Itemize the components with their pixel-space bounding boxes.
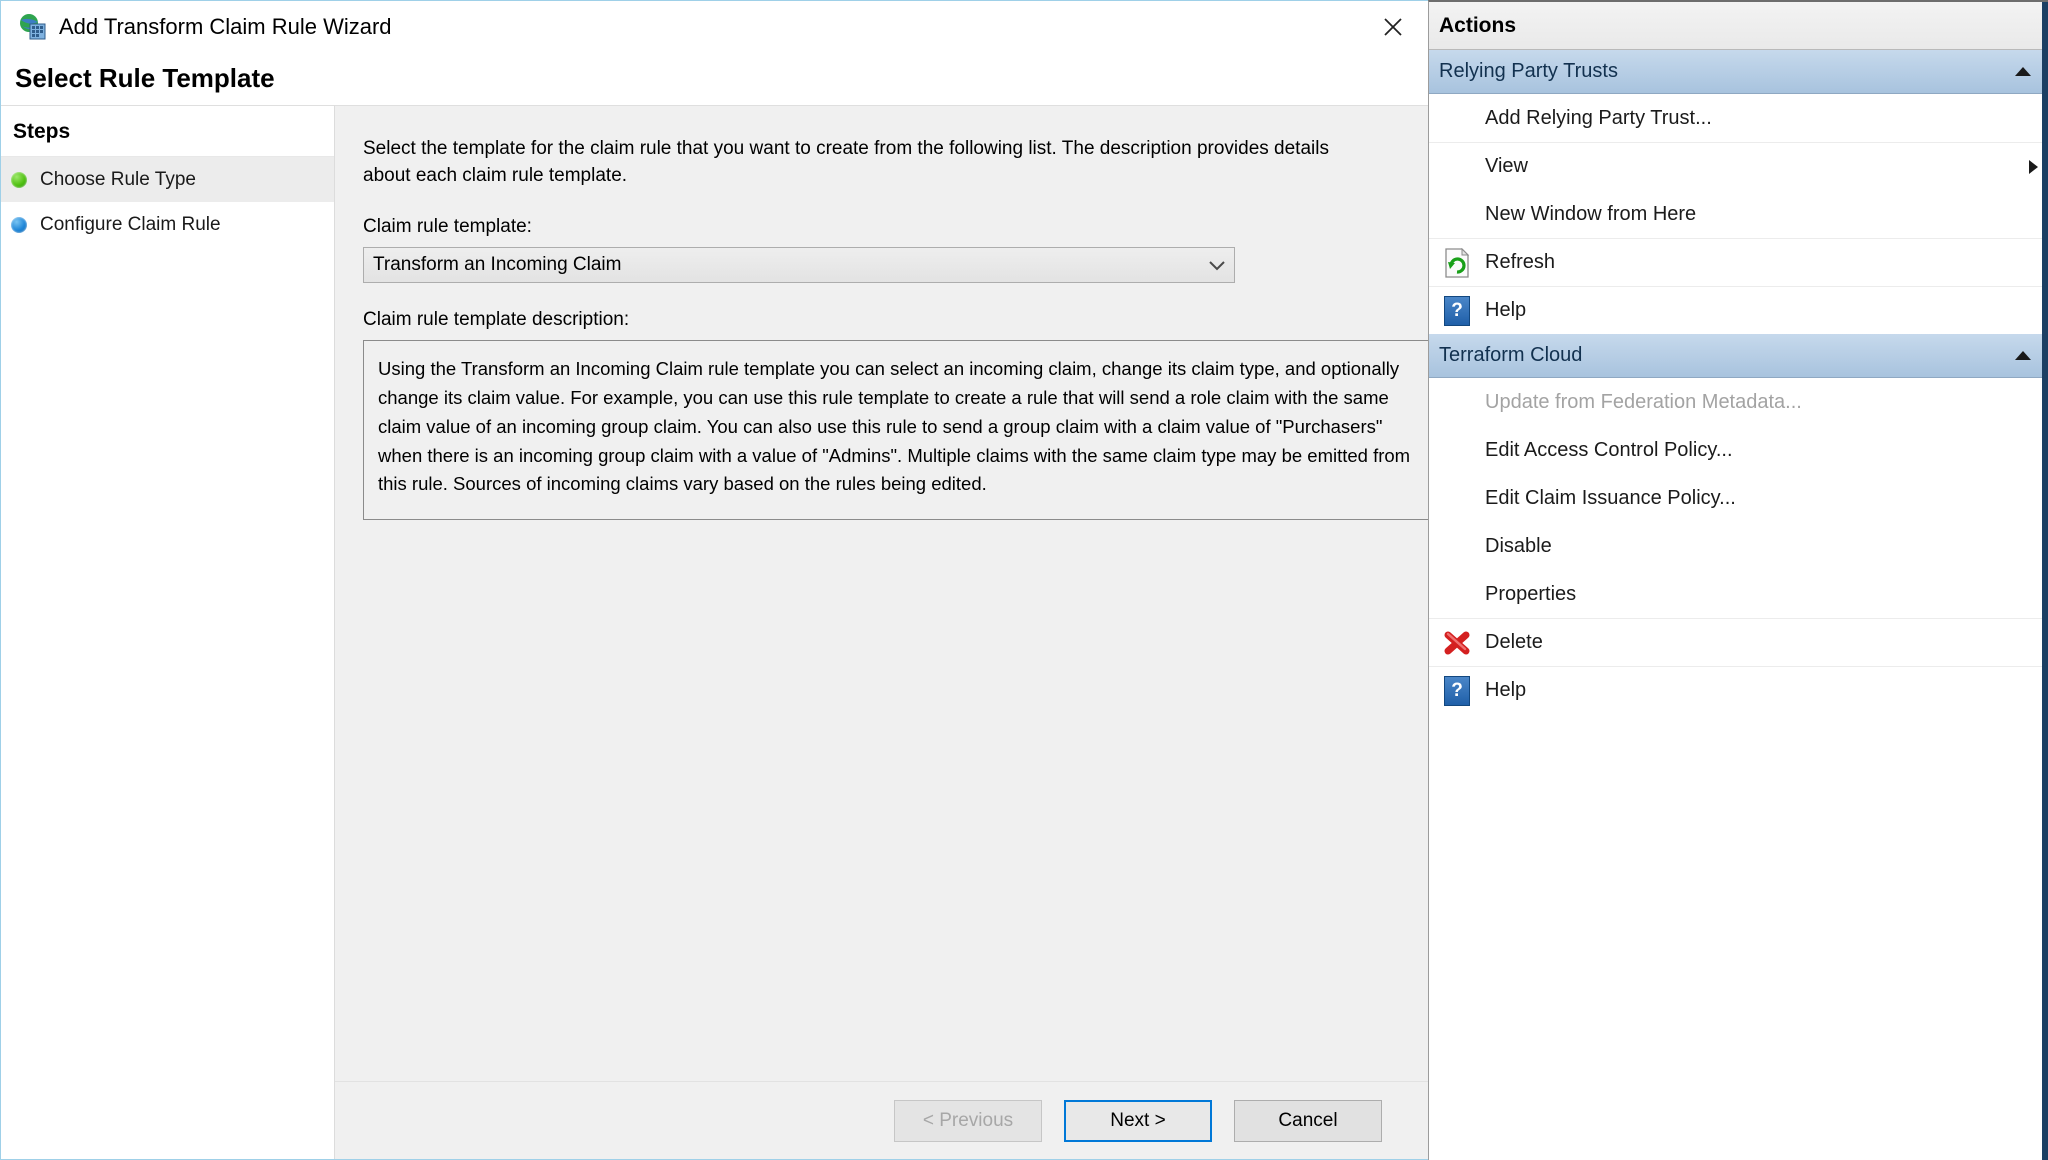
actions-panel-scrollbar[interactable] <box>2042 2 2048 1160</box>
screen-root: Add Transform Claim Rule Wizard Select R… <box>0 0 2048 1160</box>
action-view[interactable]: View <box>1429 142 2048 190</box>
cancel-button[interactable]: Cancel <box>1234 1099 1382 1142</box>
next-button[interactable]: Next > <box>1064 1099 1212 1142</box>
no-icon <box>1437 385 1477 419</box>
wizard-dialog: Add Transform Claim Rule Wizard Select R… <box>0 0 1432 1160</box>
action-label: View <box>1485 155 1528 177</box>
chevron-up-icon[interactable] <box>2014 344 2032 367</box>
description-label: Claim rule template description: <box>363 308 630 330</box>
globe-database-icon <box>19 13 47 41</box>
template-label: Claim rule template: <box>363 215 532 237</box>
refresh-icon <box>1437 246 1477 280</box>
previous-button[interactable]: < Previous <box>894 1099 1042 1142</box>
no-icon <box>1437 433 1477 467</box>
help-icon: ? <box>1437 674 1477 708</box>
close-icon[interactable] <box>1362 4 1424 50</box>
action-help-terraform-cloud[interactable]: ? Help <box>1429 666 2048 714</box>
action-label: Update from Federation Metadata... <box>1485 390 1802 413</box>
no-icon <box>1437 577 1477 611</box>
group-title: Terraform Cloud <box>1439 344 1583 366</box>
content-pane: Select the template for the claim rule t… <box>335 105 1432 1159</box>
wizard-titlebar: Add Transform Claim Rule Wizard <box>1 1 1428 53</box>
action-new-window-from-here[interactable]: New Window from Here <box>1429 190 2048 238</box>
actions-group-header-terraform-cloud[interactable]: Terraform Cloud <box>1429 334 2048 378</box>
sidebar-item-configure-claim-rule[interactable]: Configure Claim Rule <box>1 202 334 247</box>
action-label: Edit Claim Issuance Policy... <box>1485 486 1736 509</box>
no-icon <box>1437 101 1477 135</box>
green-bullet-icon <box>11 171 27 188</box>
help-icon: ? <box>1437 294 1477 328</box>
no-icon <box>1437 197 1477 231</box>
action-label: Add Relying Party Trust... <box>1485 106 1712 129</box>
action-delete[interactable]: Delete <box>1429 618 2048 666</box>
no-icon <box>1437 150 1477 184</box>
actions-group-header-relying-party-trusts[interactable]: Relying Party Trusts <box>1429 50 2048 94</box>
action-refresh[interactable]: Refresh <box>1429 238 2048 286</box>
page-title: Select Rule Template <box>15 63 275 93</box>
template-description-box: Using the Transform an Incoming Claim ru… <box>363 339 1432 520</box>
steps-sidebar: Steps Choose Rule Type Configure Claim R… <box>1 105 335 1159</box>
action-properties[interactable]: Properties <box>1429 570 2048 618</box>
action-disable[interactable]: Disable <box>1429 522 2048 570</box>
action-edit-access-control-policy[interactable]: Edit Access Control Policy... <box>1429 426 2048 474</box>
chevron-down-icon[interactable] <box>1200 259 1234 271</box>
step-label: Configure Claim Rule <box>40 213 221 235</box>
intro-text: Select the template for the claim rule t… <box>363 138 1329 186</box>
step-label: Choose Rule Type <box>40 168 196 190</box>
action-label: Refresh <box>1485 251 1556 273</box>
sidebar-item-choose-rule-type[interactable]: Choose Rule Type <box>1 157 334 202</box>
steps-heading: Steps <box>1 106 334 157</box>
action-label: Help <box>1485 679 1527 701</box>
delete-icon <box>1437 626 1477 660</box>
action-help-relying-party[interactable]: ? Help <box>1429 286 2048 334</box>
window-title: Add Transform Claim Rule Wizard <box>59 14 392 39</box>
action-label: Edit Access Control Policy... <box>1485 438 1733 461</box>
group-title: Relying Party Trusts <box>1439 60 1618 82</box>
action-label: New Window from Here <box>1485 202 1697 225</box>
action-label: Disable <box>1485 534 1552 557</box>
action-label: Properties <box>1485 582 1577 605</box>
action-update-from-federation-metadata: Update from Federation Metadata... <box>1429 378 2048 426</box>
action-label: Help <box>1485 299 1527 321</box>
claim-rule-template-value: Transform an Incoming Claim <box>373 253 622 275</box>
actions-panel-title: Actions <box>1429 2 2048 50</box>
actions-panel: Actions Relying Party Trusts Add Relying… <box>1428 0 2048 1160</box>
blue-bullet-icon <box>11 216 27 233</box>
action-add-relying-party-trust[interactable]: Add Relying Party Trust... <box>1429 94 2048 142</box>
chevron-up-icon[interactable] <box>2014 60 2032 83</box>
no-icon <box>1437 481 1477 515</box>
action-label: Delete <box>1485 631 1543 653</box>
no-icon <box>1437 529 1477 563</box>
action-edit-claim-issuance-policy[interactable]: Edit Claim Issuance Policy... <box>1429 474 2048 522</box>
wizard-body: Steps Choose Rule Type Configure Claim R… <box>1 105 1432 1159</box>
content-inner: Select the template for the claim rule t… <box>335 106 1432 1081</box>
claim-rule-template-select[interactable]: Transform an Incoming Claim <box>363 246 1235 283</box>
wizard-footer: < Previous Next > Cancel <box>335 1081 1428 1159</box>
